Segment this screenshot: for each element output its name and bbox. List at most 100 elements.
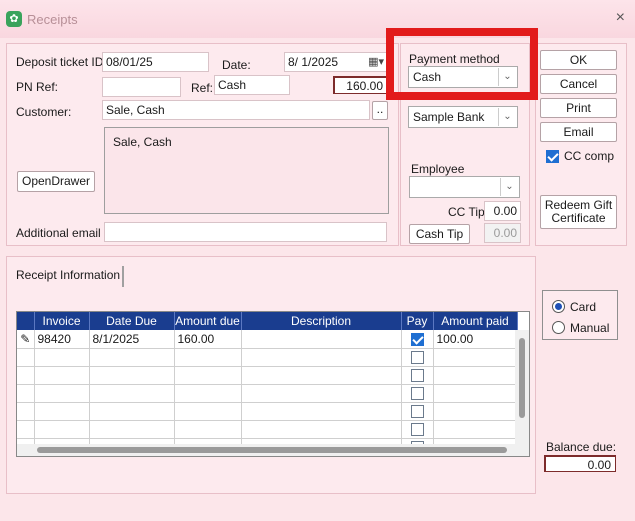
cell-amount-paid[interactable] bbox=[433, 420, 518, 439]
payment-method-select[interactable]: Cash ⌄ bbox=[408, 66, 518, 88]
cell-amount-due[interactable]: 160.00 bbox=[174, 330, 242, 349]
row-selector[interactable] bbox=[17, 402, 35, 421]
cell-amount-paid[interactable]: 100.00 bbox=[433, 330, 518, 349]
cell-pay bbox=[401, 348, 434, 367]
vertical-scrollbar[interactable] bbox=[515, 330, 529, 456]
column-header-description[interactable]: Description bbox=[241, 312, 402, 330]
horizontal-scroll-thumb[interactable] bbox=[37, 447, 507, 453]
cell-amount-paid[interactable] bbox=[433, 366, 518, 385]
print-button[interactable]: Print bbox=[540, 98, 617, 118]
cancel-button[interactable]: Cancel bbox=[540, 74, 617, 94]
manual-radio[interactable] bbox=[552, 321, 565, 334]
horizontal-scrollbar[interactable] bbox=[17, 444, 515, 456]
vertical-scroll-thumb[interactable] bbox=[519, 338, 525, 418]
row-selector[interactable] bbox=[17, 420, 35, 439]
cell-invoice[interactable] bbox=[34, 384, 90, 403]
ref-label: Ref: bbox=[191, 81, 214, 95]
table-row[interactable] bbox=[17, 420, 518, 439]
cell-invoice[interactable] bbox=[34, 420, 90, 439]
close-icon[interactable]: × bbox=[616, 9, 625, 27]
pn-ref-input[interactable] bbox=[102, 77, 181, 97]
cell-date-due[interactable] bbox=[89, 348, 175, 367]
open-drawer-button[interactable]: OpenDrawer bbox=[17, 171, 95, 192]
date-picker[interactable]: 8/ 1/2025 ▦▾ bbox=[284, 52, 387, 72]
email-button[interactable]: Email bbox=[540, 122, 617, 142]
manual-label: Manual bbox=[570, 321, 610, 335]
redeem-gift-certificate-button[interactable]: Redeem Gift Certificate bbox=[540, 195, 617, 229]
cell-amount-due[interactable] bbox=[174, 384, 242, 403]
edit-pencil-icon[interactable]: ✎ bbox=[17, 330, 35, 349]
ref-input[interactable]: Cash bbox=[214, 75, 290, 95]
cell-date-due[interactable] bbox=[89, 366, 175, 385]
row-selector[interactable] bbox=[17, 384, 35, 403]
cell-amount-due[interactable] bbox=[174, 420, 242, 439]
table-row[interactable] bbox=[17, 366, 518, 385]
pay-checkbox[interactable] bbox=[410, 332, 424, 346]
employee-select[interactable]: ⌄ bbox=[409, 176, 520, 198]
card-label: Card bbox=[570, 300, 597, 314]
cell-invoice[interactable]: 98420 bbox=[34, 330, 90, 349]
cell-invoice[interactable] bbox=[34, 402, 90, 421]
address-text: Sale, Cash bbox=[113, 135, 172, 149]
balance-due-label: Balance due: bbox=[546, 440, 617, 454]
cell-description[interactable] bbox=[241, 402, 402, 421]
cell-date-due[interactable] bbox=[89, 384, 175, 403]
customer-input[interactable]: Sale, Cash bbox=[102, 100, 370, 120]
cell-amount-due[interactable] bbox=[174, 402, 242, 421]
cash-tip-button[interactable]: Cash Tip bbox=[409, 224, 470, 244]
cell-date-due[interactable]: 8/1/2025 bbox=[89, 330, 175, 349]
column-header-invoice[interactable]: Invoice bbox=[34, 312, 90, 330]
customer-lookup-button[interactable]: .. bbox=[372, 101, 388, 120]
table-row[interactable]: ✎ 98420 8/1/2025 160.00 100.00 bbox=[17, 330, 518, 349]
column-header-date-due[interactable]: Date Due bbox=[89, 312, 175, 330]
row-selector[interactable] bbox=[17, 348, 35, 367]
chevron-down-icon: ⌄ bbox=[500, 178, 518, 196]
cell-amount-paid[interactable] bbox=[433, 348, 518, 367]
employee-label: Employee bbox=[411, 162, 465, 176]
ok-button[interactable]: OK bbox=[540, 50, 617, 70]
cc-comp-checkbox[interactable] bbox=[546, 150, 559, 163]
cell-amount-due[interactable] bbox=[174, 366, 242, 385]
invoice-grid[interactable]: Invoice Date Due Amount due Description … bbox=[16, 311, 530, 457]
grid-header-row: Invoice Date Due Amount due Description … bbox=[17, 312, 518, 330]
card-radio[interactable] bbox=[552, 300, 565, 313]
cell-invoice[interactable] bbox=[34, 366, 90, 385]
cell-invoice[interactable] bbox=[34, 348, 90, 367]
cell-pay bbox=[401, 366, 434, 385]
cell-description[interactable] bbox=[241, 384, 402, 403]
cell-description[interactable] bbox=[241, 420, 402, 439]
deposit-ticket-input[interactable]: 08/01/25 bbox=[102, 52, 209, 72]
window-title: Receipts bbox=[27, 12, 78, 27]
cell-description[interactable] bbox=[241, 366, 402, 385]
payment-method-value: Cash bbox=[413, 70, 442, 84]
pay-checkbox[interactable] bbox=[410, 369, 424, 383]
row-selector[interactable] bbox=[17, 366, 35, 385]
invoice-table: Invoice Date Due Amount due Description … bbox=[17, 312, 518, 456]
cell-pay bbox=[401, 402, 434, 421]
deposit-ticket-label: Deposit ticket ID bbox=[16, 55, 104, 69]
app-icon: ✿ bbox=[6, 11, 22, 27]
cc-tip-input[interactable]: 0.00 bbox=[484, 201, 521, 221]
table-row[interactable] bbox=[17, 384, 518, 403]
cell-description[interactable] bbox=[241, 348, 402, 367]
pay-checkbox[interactable] bbox=[410, 351, 424, 365]
pay-checkbox[interactable] bbox=[410, 387, 424, 401]
bank-select[interactable]: Sample Bank ⌄ bbox=[408, 106, 518, 128]
tab-receipt-information[interactable]: Receipt Information bbox=[12, 266, 124, 287]
cell-amount-due[interactable] bbox=[174, 348, 242, 367]
calendar-icon[interactable]: ▦▾ bbox=[368, 53, 384, 71]
column-header-amount-due[interactable]: Amount due bbox=[174, 312, 242, 330]
table-row[interactable] bbox=[17, 402, 518, 421]
cell-pay bbox=[401, 420, 434, 439]
additional-email-input[interactable] bbox=[104, 222, 387, 242]
pay-checkbox[interactable] bbox=[410, 405, 424, 419]
column-header-amount-paid[interactable]: Amount paid bbox=[433, 312, 518, 330]
cell-amount-paid[interactable] bbox=[433, 402, 518, 421]
cell-description[interactable] bbox=[241, 330, 402, 349]
column-header-pay[interactable]: Pay bbox=[401, 312, 434, 330]
cell-amount-paid[interactable] bbox=[433, 384, 518, 403]
pay-checkbox[interactable] bbox=[410, 423, 424, 437]
cell-date-due[interactable] bbox=[89, 420, 175, 439]
cell-date-due[interactable] bbox=[89, 402, 175, 421]
table-row[interactable] bbox=[17, 348, 518, 367]
